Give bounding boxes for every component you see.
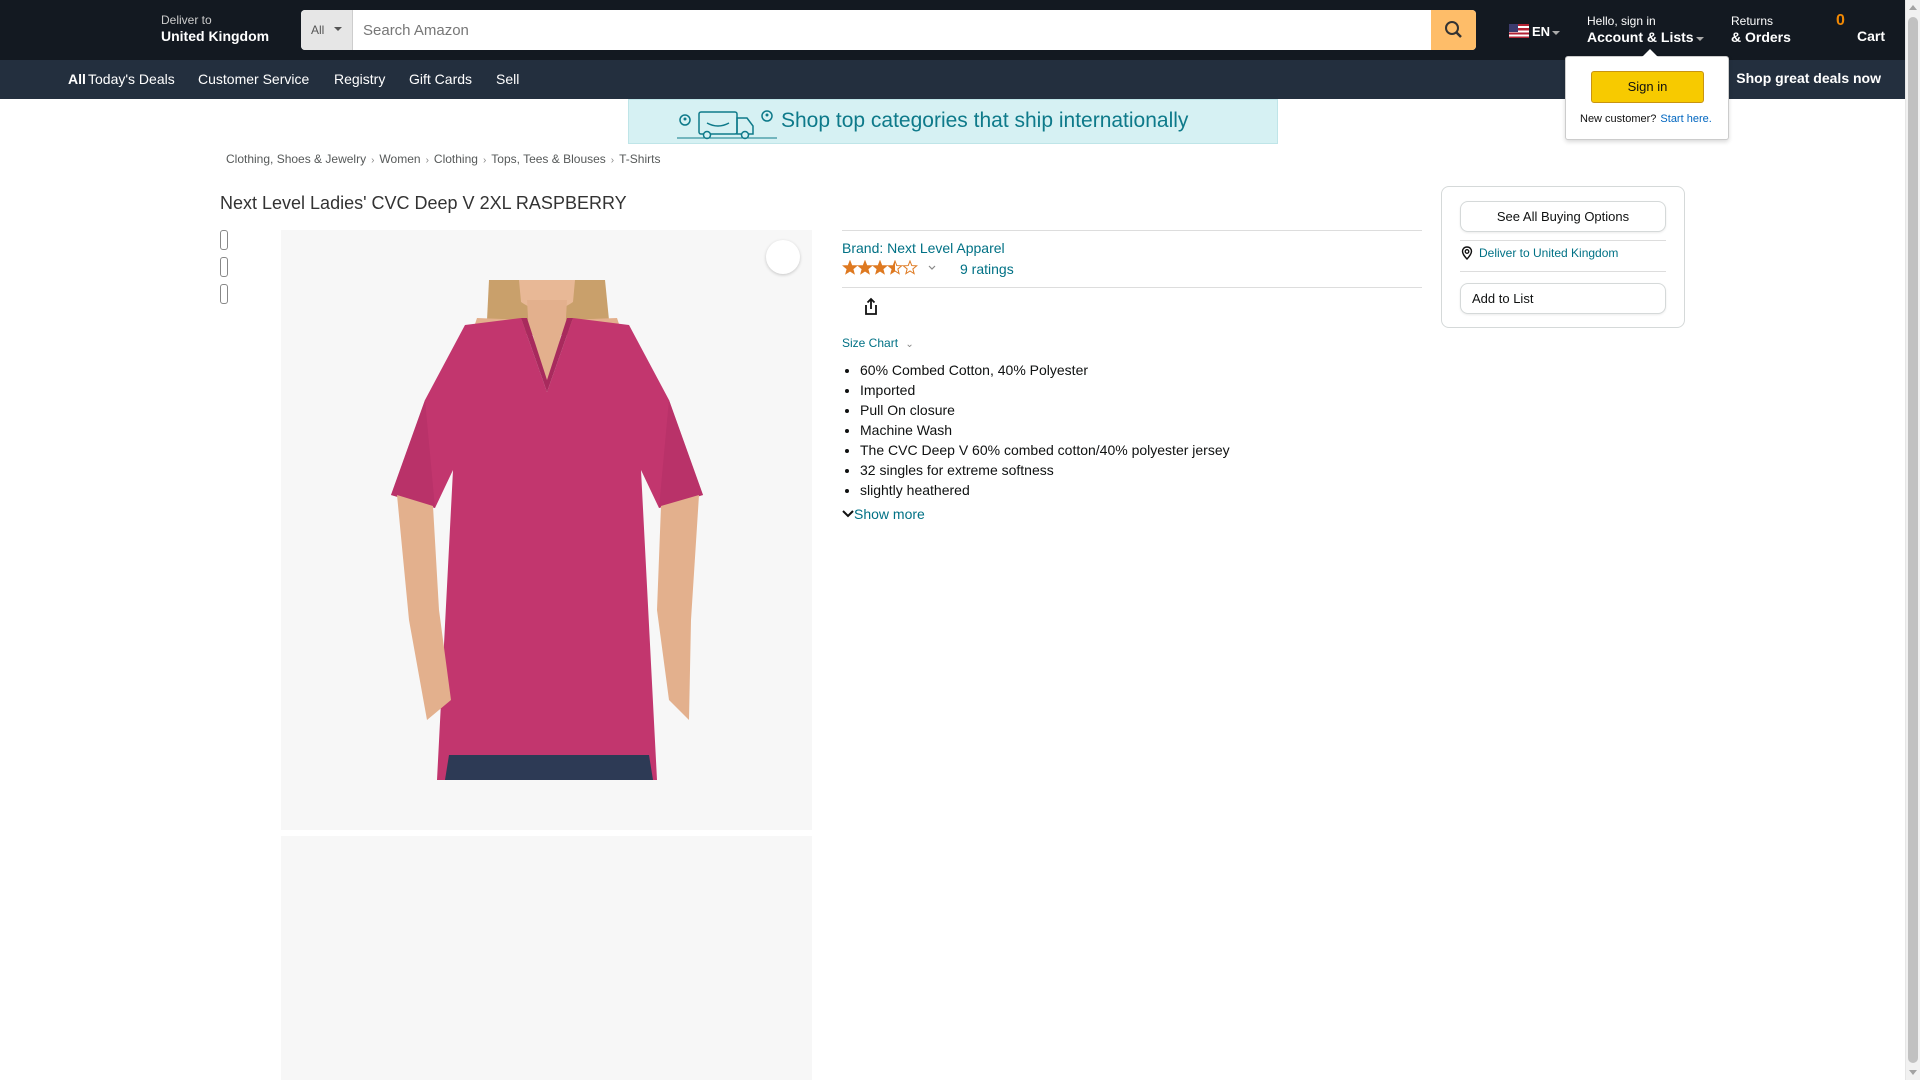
chevron-down-icon	[334, 27, 342, 31]
amazon-logo[interactable]	[12, 8, 140, 52]
breadcrumb-item[interactable]: T-Shirts	[619, 152, 660, 166]
star-icon	[842, 259, 858, 275]
stars-icon	[842, 259, 936, 275]
cart-count: 0	[1836, 12, 1845, 29]
signin-flyout: Sign in New customer? Start here.	[1565, 49, 1729, 140]
cart-label: Cart	[1857, 28, 1886, 44]
product-photo	[391, 280, 703, 780]
search-input[interactable]	[353, 10, 1431, 50]
returns-label: Returns	[1731, 14, 1774, 28]
search-button[interactable]	[1431, 10, 1476, 50]
deliver-country: United Kingdom	[161, 27, 270, 44]
feature-bullets: 60% Combed Cotton, 40% Polyester Importe…	[860, 362, 1230, 502]
secondary-product-image[interactable]	[281, 836, 812, 1080]
chevron-down-icon	[1695, 36, 1704, 41]
start-here-link[interactable]: Start here.	[1660, 113, 1711, 125]
delivery-truck-icon	[677, 110, 777, 140]
feature-bullet: Imported	[860, 382, 1230, 398]
chevron-down-icon: ⌄	[905, 339, 914, 350]
divider	[1460, 240, 1666, 241]
add-to-list-button[interactable]: Add to List	[1460, 283, 1666, 314]
search-category-dropdown[interactable]: All	[301, 10, 353, 50]
orders-label: & Orders	[1731, 28, 1791, 45]
deliver-to-location[interactable]: Deliver to United Kingdom	[161, 13, 270, 44]
feature-bullet: 60% Combed Cotton, 40% Polyester	[860, 362, 1230, 378]
new-customer-text: New customer? Start here.	[1580, 113, 1712, 125]
banner-text: Shop top categories that ship internatio…	[781, 109, 1189, 132]
search-icon	[1445, 21, 1462, 38]
nav-item-gift-cards[interactable]: Gift Cards	[409, 71, 472, 87]
product-title: Next Level Ladies' CVC Deep V 2XL RASPBE…	[220, 193, 627, 213]
buy-box: See All Buying Options Deliver to United…	[1441, 186, 1685, 328]
breadcrumb-item[interactable]: Tops, Tees & Blouses	[491, 152, 606, 166]
deliver-to-link[interactable]: Deliver to United Kingdom	[1460, 246, 1618, 260]
breadcrumb-separator-icon: ›	[371, 155, 375, 166]
share-button[interactable]	[766, 240, 877, 315]
thumbnail[interactable]	[220, 284, 228, 304]
breadcrumb-item[interactable]: Women	[379, 152, 420, 166]
language-selector[interactable]: EN	[1509, 24, 1561, 39]
see-all-buying-options-button[interactable]: See All Buying Options	[1460, 201, 1666, 232]
thumbnail-strip	[220, 230, 228, 311]
nav-item-sell[interactable]: Sell	[496, 71, 519, 87]
breadcrumb-separator-icon: ›	[610, 155, 615, 166]
feature-bullet: Machine Wash	[860, 422, 1230, 438]
deliver-label: Deliver to	[161, 13, 212, 27]
chevron-down-icon	[928, 265, 936, 270]
divider	[842, 230, 1422, 231]
breadcrumb-item[interactable]: Clothing	[434, 152, 478, 166]
vertical-scrollbar[interactable]	[1905, 0, 1920, 1080]
scrollbar-thumb[interactable]	[1908, 17, 1918, 1063]
account-lists-label: Account & Lists	[1587, 28, 1694, 45]
star-icon	[887, 259, 903, 275]
star-icon	[857, 259, 873, 275]
feature-bullet: The CVC Deep V 60% combed cotton/40% pol…	[860, 442, 1230, 458]
hamburger-icon	[46, 74, 64, 87]
divider	[842, 287, 1422, 288]
show-more-link[interactable]: Show more	[842, 506, 925, 522]
location-pin-icon	[1461, 246, 1473, 260]
nav-item-todays-deals[interactable]: Today's Deals	[88, 71, 175, 87]
international-shipping-banner[interactable]: Shop top categories that ship internatio…	[628, 99, 1278, 144]
chevron-down-icon	[1552, 31, 1561, 35]
account-lists-menu[interactable]: Hello, sign in Account & Lists	[1587, 14, 1704, 45]
top-navbar: Deliver to United Kingdom All EN Hello, …	[0, 0, 1905, 60]
brand-link[interactable]: Brand: Next Level Apparel	[842, 240, 1005, 256]
scroll-up-arrow-icon[interactable]	[1909, 5, 1917, 10]
star-icon	[872, 259, 888, 275]
main-product-image[interactable]	[281, 230, 877, 830]
feature-bullet: slightly heathered	[860, 482, 1230, 498]
cart-button[interactable]: 0 Cart	[1822, 10, 1902, 50]
feature-bullet: 32 singles for extreme softness	[860, 462, 1230, 478]
nav-item-customer-service[interactable]: Customer Service	[198, 71, 309, 87]
thumbnail[interactable]	[220, 230, 228, 250]
size-chart-link[interactable]: Size Chart ⌄	[842, 336, 914, 350]
breadcrumb: Clothing, Shoes & Jewelry › Women › Clothing…	[226, 152, 660, 166]
ratings-count-link[interactable]: 9 ratings	[960, 261, 1014, 277]
greeting: Hello, sign in	[1587, 14, 1656, 28]
breadcrumb-item[interactable]: Clothing, Shoes & Jewelry	[226, 152, 366, 166]
breadcrumb-separator-icon: ›	[482, 155, 487, 166]
returns-orders-link[interactable]: Returns & Orders	[1731, 14, 1791, 45]
thumbnail[interactable]	[220, 257, 228, 277]
nav-item-registry[interactable]: Registry	[334, 71, 385, 87]
search-bar: All	[301, 10, 1476, 50]
star-icon	[902, 259, 918, 275]
chevron-down-icon	[842, 510, 854, 518]
breadcrumb-separator-icon: ›	[425, 155, 429, 166]
star-rating[interactable]	[842, 259, 936, 276]
us-flag-icon	[1509, 24, 1529, 38]
signin-button[interactable]: Sign in	[1591, 71, 1704, 103]
feature-bullet: Pull On closure	[860, 402, 1230, 418]
shop-great-deals-link[interactable]: Shop great deals now	[1736, 70, 1881, 86]
divider	[1460, 271, 1666, 272]
scroll-down-arrow-icon[interactable]	[1909, 1070, 1917, 1075]
share-icon	[865, 297, 877, 315]
nav-all-menu[interactable]: All	[46, 71, 86, 87]
